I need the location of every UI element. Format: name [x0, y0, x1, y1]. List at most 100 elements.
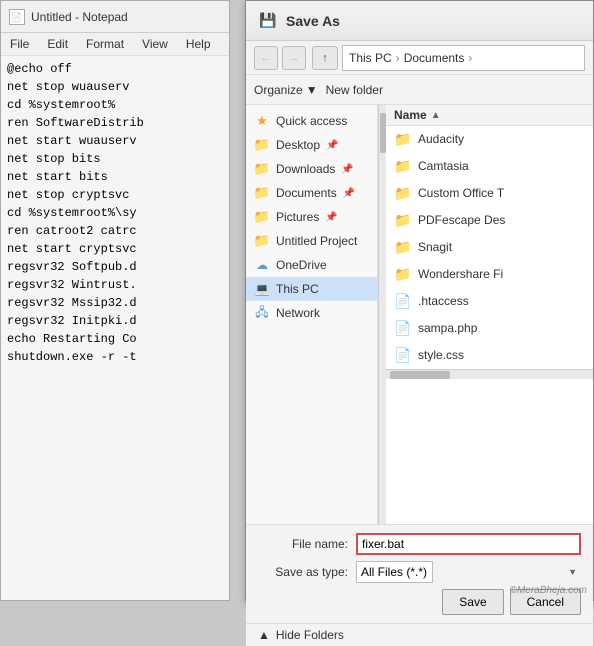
dialog-title: Save As [286, 13, 340, 29]
nav-label-documents: Documents [276, 186, 337, 200]
cloud-icon: ☁ [254, 257, 270, 273]
dialog-actionbar: Organize ▼ New folder [246, 75, 593, 105]
file-item[interactable]: 📁Audacity [386, 126, 593, 153]
line-12: regsvr32 Softpub.d [7, 258, 223, 276]
pin-downloads-icon: 📌 [341, 164, 353, 175]
organize-label: Organize [254, 83, 303, 97]
menu-help[interactable]: Help [181, 35, 216, 53]
hide-folders-label: Hide Folders [276, 628, 344, 642]
hide-folders-bar[interactable]: ▲ Hide Folders [246, 623, 593, 646]
line-14: regsvr32 Mssip32.d [7, 294, 223, 312]
file-name: Snagit [418, 240, 585, 254]
file-name: Camtasia [418, 159, 585, 173]
path-end-arrow: › [468, 51, 472, 65]
file-item[interactable]: 📁 Snagit [386, 234, 593, 261]
file-name: .htaccess [418, 294, 585, 308]
organize-button[interactable]: Organize ▼ [254, 83, 318, 97]
column-name: Name [394, 108, 427, 122]
hide-folders-arrow-icon: ▲ [258, 628, 270, 642]
folder-icon: 📁 [394, 184, 412, 202]
nav-label-quick-access: Quick access [276, 114, 347, 128]
dialog-main: ★ Quick access 📁 Desktop 📌 📁 Downloads 📌… [246, 105, 593, 525]
nav-panel-wrapper: ★ Quick access 📁 Desktop 📌 📁 Downloads 📌… [246, 105, 386, 524]
sidebar-item-documents[interactable]: 📁 Documents 📌 [246, 181, 377, 205]
path-separator: › [396, 51, 400, 65]
file-name: sampa.php [418, 321, 585, 335]
folder-pictures-icon: 📁 [254, 209, 270, 225]
star-icon: ★ [254, 113, 270, 129]
file-item[interactable]: 📄 sampa.php [386, 315, 593, 342]
file-icon: 📄 [394, 319, 412, 337]
line-17: shutdown.exe -r -t [7, 348, 223, 366]
file-item[interactable]: 📁Camtasia [386, 153, 593, 180]
file-item[interactable]: 📄style.css [386, 342, 593, 369]
sidebar-item-network[interactable]: 🖧 Network [246, 301, 377, 325]
file-item[interactable]: 📄 .htaccess [386, 288, 593, 315]
savetype-row: Save as type: All Files (*.*) [258, 561, 581, 583]
back-button[interactable]: ← [254, 46, 278, 70]
file-name: Audacity [418, 132, 585, 146]
forward-button[interactable]: → [282, 46, 306, 70]
horizontal-scrollbar[interactable] [386, 369, 593, 379]
saveas-dialog: 💾 Save As ← → ↑ This PC › Documents › Or… [245, 0, 594, 601]
line-7: net start bits [7, 168, 223, 186]
filename-label: File name: [258, 537, 348, 551]
notepad-content: @echo off net stop wuauserv cd %systemro… [1, 56, 229, 370]
menu-edit[interactable]: Edit [42, 35, 73, 53]
path-bar[interactable]: This PC › Documents › [342, 45, 585, 71]
nav-scrollbar[interactable] [378, 105, 386, 524]
organize-chevron-icon: ▼ [306, 83, 318, 97]
up-button[interactable]: ↑ [312, 46, 338, 70]
file-icon: 📄 [394, 292, 412, 310]
line-16: echo Restarting Co [7, 330, 223, 348]
dialog-titlebar: 💾 Save As [246, 1, 593, 41]
sidebar-item-desktop[interactable]: 📁 Desktop 📌 [246, 133, 377, 157]
line-5: net start wuauserv [7, 132, 223, 150]
pin-desktop-icon: 📌 [326, 140, 338, 151]
save-button[interactable]: Save [442, 589, 503, 615]
menu-view[interactable]: View [137, 35, 173, 53]
file-list: 📁Audacity📁Camtasia📁Custom Office T📁PDFes… [386, 126, 593, 369]
nav-label-pictures: Pictures [276, 210, 319, 224]
sidebar-item-quick-access[interactable]: ★ Quick access [246, 109, 377, 133]
line-11: net start cryptsvc [7, 240, 223, 258]
nav-label-onedrive: OneDrive [276, 258, 327, 272]
line-4: ren SoftwareDistrib [7, 114, 223, 132]
pin-pictures-icon: 📌 [325, 212, 337, 223]
h-scrollbar-thumb [390, 371, 450, 379]
savetype-select[interactable]: All Files (*.*) [356, 561, 433, 583]
notepad-title: Untitled - Notepad [31, 10, 128, 24]
menu-file[interactable]: File [5, 35, 34, 53]
folder-documents-icon: 📁 [254, 185, 270, 201]
file-item[interactable]: 📁Custom Office T [386, 180, 593, 207]
new-folder-button[interactable]: New folder [326, 83, 383, 97]
folder-icon: 📁 [394, 211, 412, 229]
sidebar-item-untitled[interactable]: 📁 Untitled Project [246, 229, 377, 253]
filename-row: File name: [258, 533, 581, 555]
file-list-container: Name ▲ 📁Audacity📁Camtasia📁Custom Office … [386, 105, 593, 524]
notepad-titlebar: 📄 Untitled - Notepad [1, 1, 229, 33]
file-name: Wondershare Fi [418, 267, 585, 281]
sidebar-item-pictures[interactable]: 📁 Pictures 📌 [246, 205, 377, 229]
file-item[interactable]: 📁 PDFescape Des [386, 207, 593, 234]
line-15: regsvr32 Initpki.d [7, 312, 223, 330]
dialog-toolbar: ← → ↑ This PC › Documents › [246, 41, 593, 75]
dialog-title-icon: 💾 [258, 11, 278, 31]
line-9: cd %systemroot%\sy [7, 204, 223, 222]
menu-format[interactable]: Format [81, 35, 129, 53]
sidebar-item-downloads[interactable]: 📁 Downloads 📌 [246, 157, 377, 181]
file-name: PDFescape Des [418, 213, 585, 227]
network-icon: 🖧 [254, 305, 270, 321]
sidebar-item-this-pc[interactable]: 💻 This PC [246, 277, 377, 301]
notepad-menubar: File Edit Format View Help [1, 33, 229, 56]
filename-input[interactable] [356, 533, 581, 555]
nav-label-untitled: Untitled Project [276, 234, 357, 248]
file-item[interactable]: 📁Wondershare Fi [386, 261, 593, 288]
line-13: regsvr32 Wintrust. [7, 276, 223, 294]
savetype-wrapper: All Files (*.*) [356, 561, 581, 583]
folder-untitled-icon: 📁 [254, 233, 270, 249]
sidebar-item-onedrive[interactable]: ☁ OneDrive [246, 253, 377, 277]
folder-icon: 📁 [394, 238, 412, 256]
notepad-icon: 📄 [9, 9, 25, 25]
pin-documents-icon: 📌 [343, 188, 355, 199]
